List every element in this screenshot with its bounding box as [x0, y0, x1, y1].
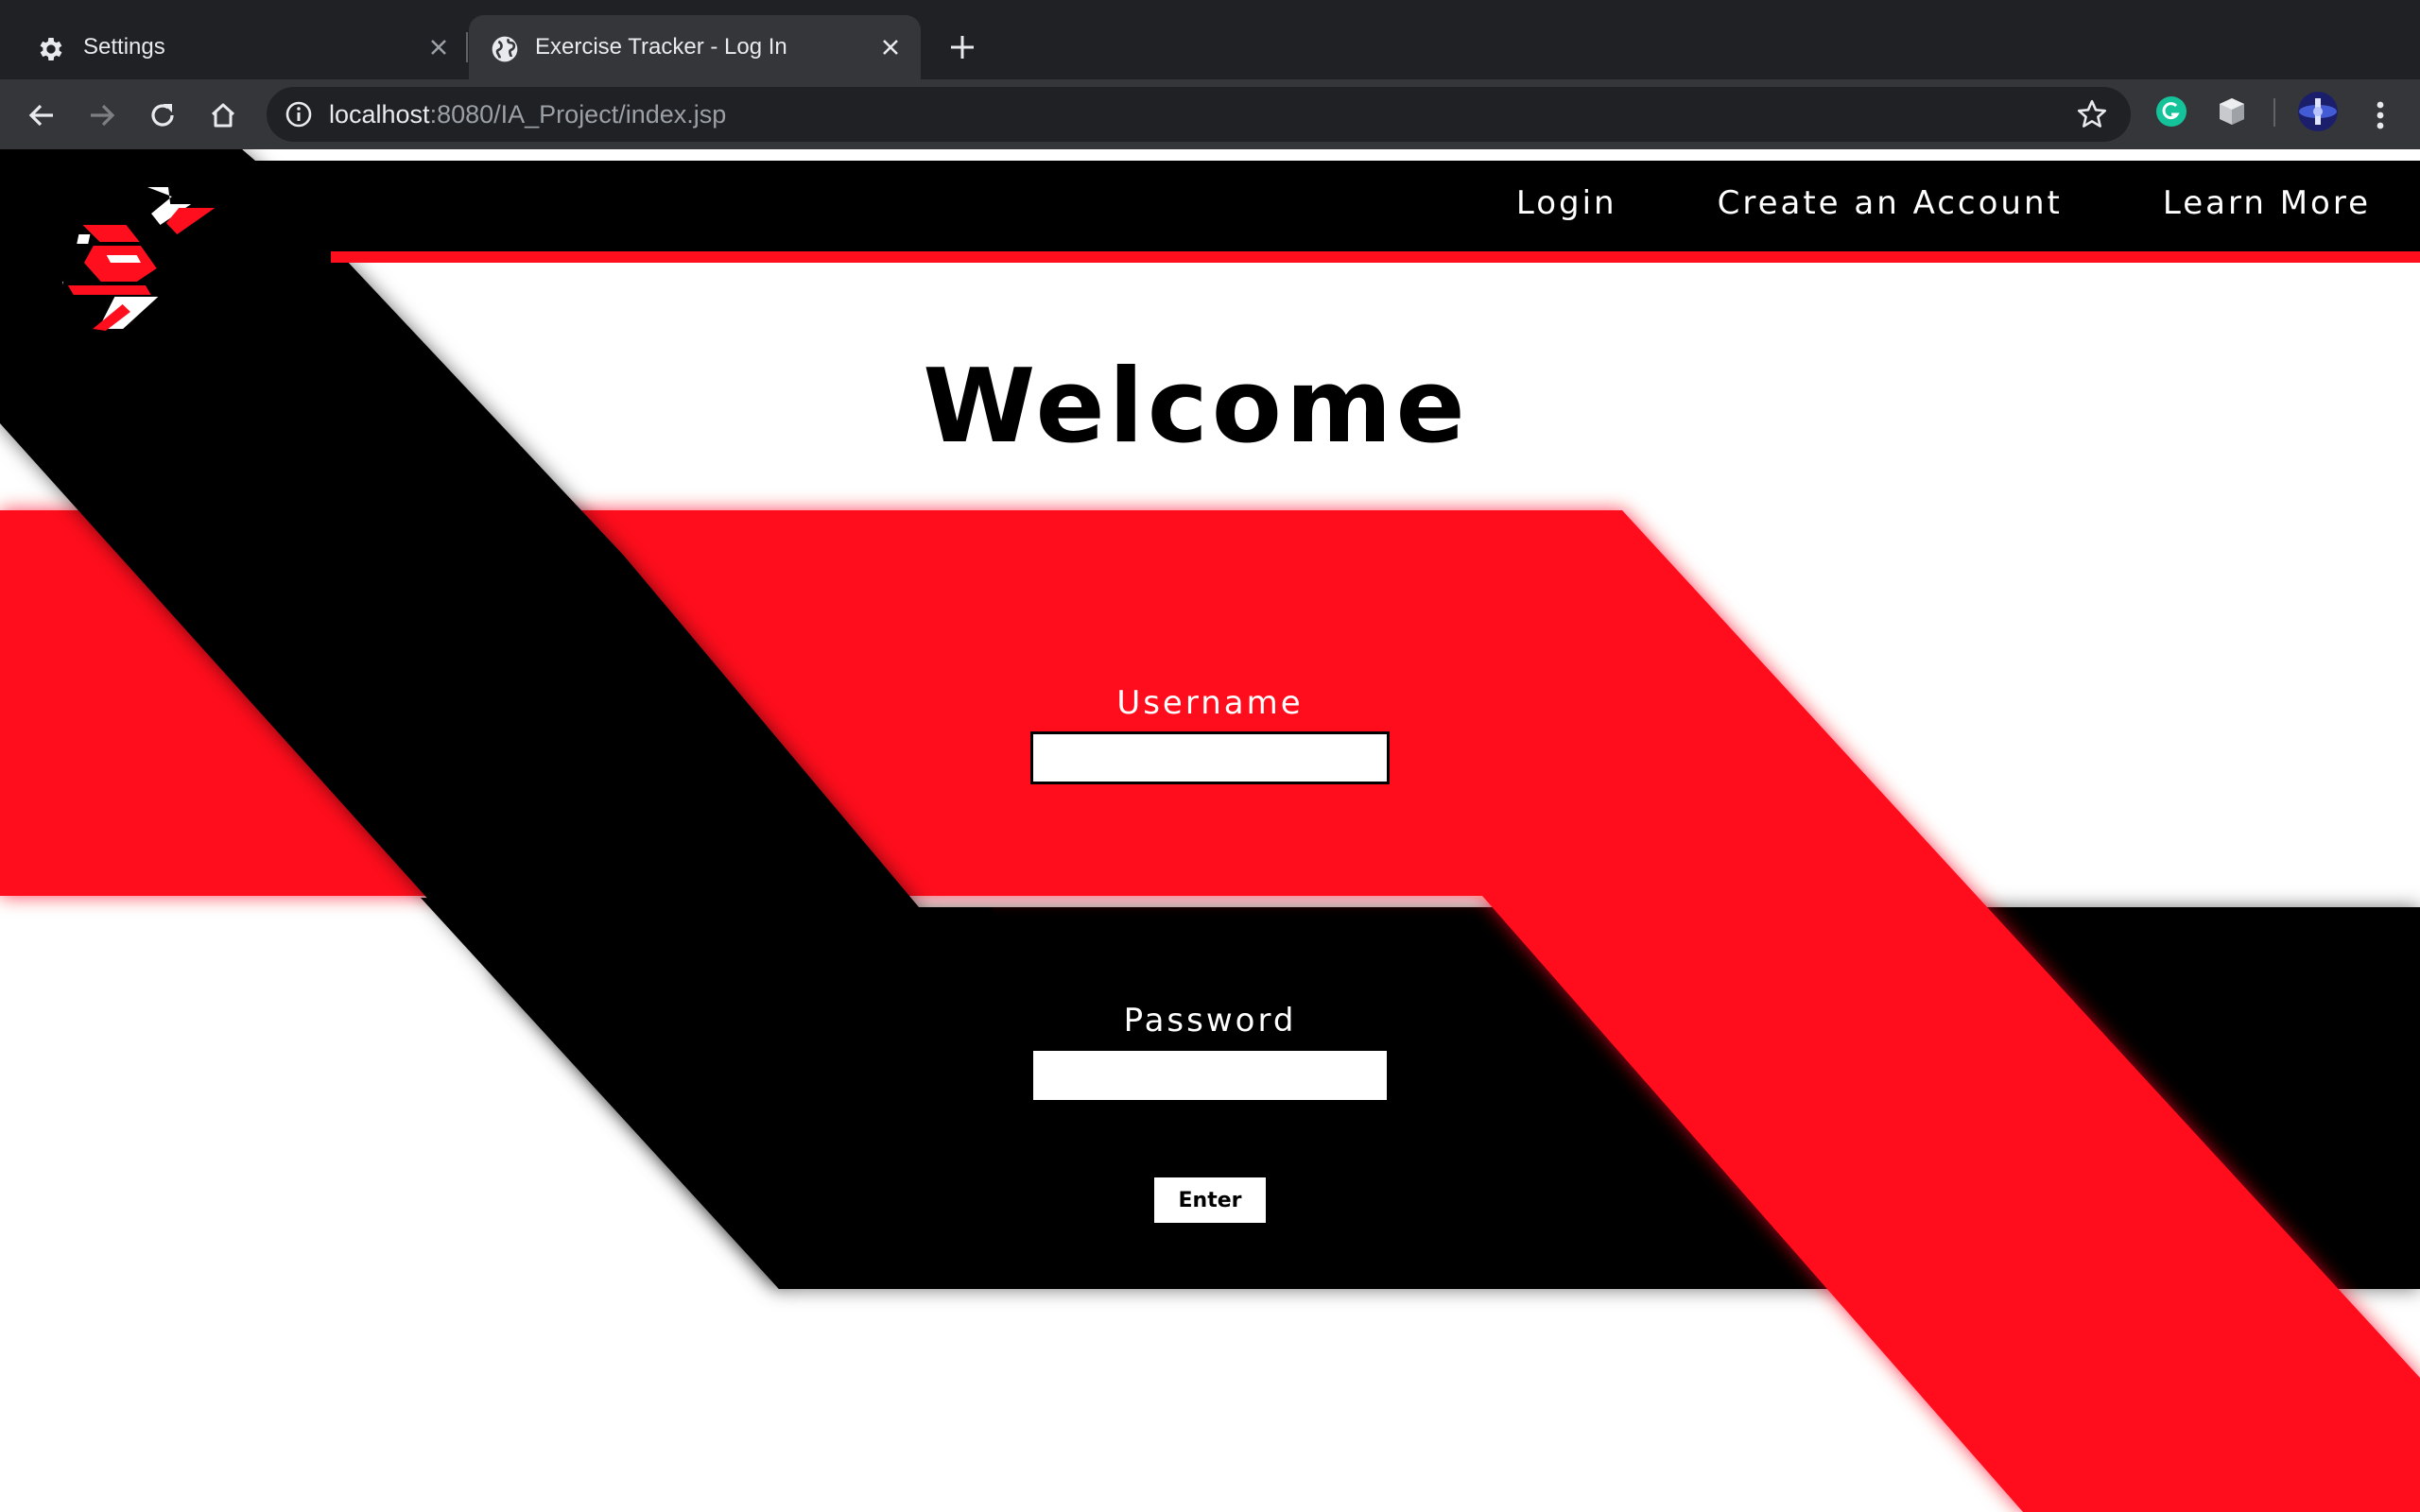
close-icon — [883, 40, 898, 55]
back-arrow-icon — [28, 104, 53, 127]
page-title: Welcome — [923, 348, 1469, 466]
close-tab-button[interactable] — [875, 32, 906, 62]
tab-settings[interactable]: Settings — [0, 15, 465, 79]
plus-icon — [951, 36, 974, 59]
bookmark-star-icon[interactable] — [2076, 98, 2108, 130]
home-button[interactable] — [202, 94, 244, 136]
more-vert-icon — [2377, 101, 2384, 129]
globe-icon — [492, 36, 518, 62]
enter-button[interactable]: Enter — [1152, 1176, 1268, 1225]
url-path: :8080/IA_Project/index.jsp — [429, 100, 727, 129]
tab-title: Settings — [83, 34, 165, 60]
browser-menu-button[interactable] — [2360, 94, 2401, 136]
password-label: Password — [1123, 1002, 1297, 1040]
tab-separator — [466, 32, 468, 62]
nav-create-account-link[interactable]: Create an Account — [1718, 184, 2063, 222]
header-red-line — [331, 249, 2420, 263]
password-input[interactable] — [1033, 1051, 1387, 1100]
site-nav: Login Create an Account Learn More — [1516, 161, 2420, 246]
nav-login-link[interactable]: Login — [1516, 184, 1617, 222]
username-label: Username — [1116, 684, 1304, 722]
toolbar-separator — [2273, 98, 2275, 127]
back-button[interactable] — [21, 94, 62, 136]
info-icon[interactable] — [284, 99, 314, 129]
close-icon — [431, 40, 446, 55]
cube-extension-icon[interactable] — [2215, 94, 2249, 129]
url-text[interactable]: localhost:8080/IA_Project/index.jsp — [329, 87, 726, 142]
username-input[interactable] — [1030, 731, 1390, 784]
runner-logo — [62, 187, 216, 331]
home-icon — [211, 103, 235, 128]
tab-strip: Settings Exercise Tracker - Log In — [0, 0, 2420, 79]
browser-toolbar: localhost:8080/IA_Project/index.jsp — [0, 79, 2420, 149]
profile-avatar[interactable] — [2297, 91, 2339, 132]
forward-button[interactable] — [81, 94, 123, 136]
address-bar[interactable]: localhost:8080/IA_Project/index.jsp — [267, 87, 2131, 142]
url-host: localhost — [329, 100, 430, 129]
forward-arrow-icon — [91, 104, 115, 127]
reload-icon — [151, 104, 174, 127]
tab-exercise-tracker[interactable]: Exercise Tracker - Log In — [469, 15, 921, 79]
close-tab-button[interactable] — [424, 32, 454, 62]
black-diagonal-stripe-lower — [421, 898, 993, 1289]
page-viewport: Login Create an Account Learn More Welco… — [0, 149, 2420, 1512]
nav-learn-more-link[interactable]: Learn More — [2163, 184, 2371, 222]
grammarly-icon[interactable] — [2154, 94, 2188, 129]
gear-icon — [40, 38, 62, 60]
reload-button[interactable] — [142, 94, 183, 136]
new-tab-button[interactable] — [943, 28, 981, 66]
tab-title: Exercise Tracker - Log In — [535, 34, 787, 60]
